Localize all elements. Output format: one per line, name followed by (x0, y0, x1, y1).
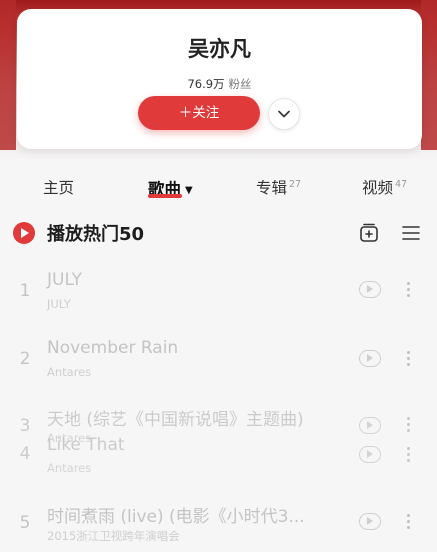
song-title: JULY (47, 270, 83, 290)
header-photo-edge-left (0, 0, 16, 150)
more-vertical-icon[interactable] (405, 447, 411, 465)
follow-options-button[interactable] (268, 98, 300, 130)
mv-play-icon[interactable] (359, 513, 381, 530)
song-title: Like That (47, 435, 125, 455)
section-title: 播放热门50 (47, 224, 145, 245)
mv-play-icon[interactable] (359, 281, 381, 298)
header-photo-edge-right (421, 0, 437, 150)
song-title: 天地 (综艺《中国新说唱》主题曲) (47, 410, 304, 430)
more-vertical-icon[interactable] (405, 514, 411, 532)
song-artist: Antares (47, 461, 92, 475)
song-row[interactable]: 5 时间煮雨 (live) (电影《小时代3... 2015浙江卫视跨年演唱会 (0, 502, 437, 552)
artist-tabs: 主页 歌曲 ▼ 专辑 27 视频 47 (0, 168, 437, 208)
tab-albums[interactable]: 专辑 27 (256, 176, 301, 198)
song-index: 4 (19, 444, 31, 464)
tab-albums-count: 27 (289, 178, 302, 190)
add-collection-icon[interactable] (358, 222, 380, 244)
tab-videos-count: 47 (395, 178, 408, 190)
song-row[interactable]: 1 JULY JULY (0, 267, 437, 317)
tab-videos[interactable]: 视频 47 (362, 176, 407, 198)
more-vertical-icon[interactable] (405, 282, 411, 300)
tab-home-label: 主页 (43, 179, 75, 197)
song-index: 2 (19, 349, 31, 369)
fans-label: 粉丝 (228, 77, 252, 91)
caret-down-icon: ▼ (185, 185, 193, 196)
song-artist: JULY (47, 297, 71, 311)
more-vertical-icon[interactable] (405, 351, 411, 369)
song-index: 5 (19, 513, 31, 533)
song-row[interactable]: 2 November Rain Antares (0, 335, 437, 385)
artist-name: 吴亦凡 (188, 37, 251, 61)
song-title: 时间煮雨 (live) (电影《小时代3... (47, 507, 305, 527)
fans-count: 76.9万 (187, 77, 225, 91)
tab-videos-label: 视频 (362, 179, 394, 197)
mv-play-icon[interactable] (359, 350, 381, 367)
tab-home[interactable]: 主页 (43, 176, 74, 198)
song-row[interactable]: 4 Like That Antares (0, 432, 437, 482)
follow-button[interactable]: ＋关注 (138, 96, 260, 130)
active-tab-indicator (148, 194, 182, 198)
hot-songs-header: 播放热门50 (0, 215, 437, 251)
song-title: November Rain (47, 338, 179, 358)
play-circle-icon[interactable] (13, 222, 35, 244)
mv-play-icon[interactable] (359, 446, 381, 463)
chevron-down-icon (278, 110, 290, 118)
list-icon[interactable] (401, 223, 421, 243)
fans-info: 76.9万 粉丝 (17, 76, 422, 92)
tab-albums-label: 专辑 (256, 179, 288, 197)
song-index: 1 (19, 281, 31, 301)
artist-card: 吴亦凡 76.9万 粉丝 ＋关注 (17, 9, 422, 149)
song-artist: Antares (47, 365, 92, 379)
